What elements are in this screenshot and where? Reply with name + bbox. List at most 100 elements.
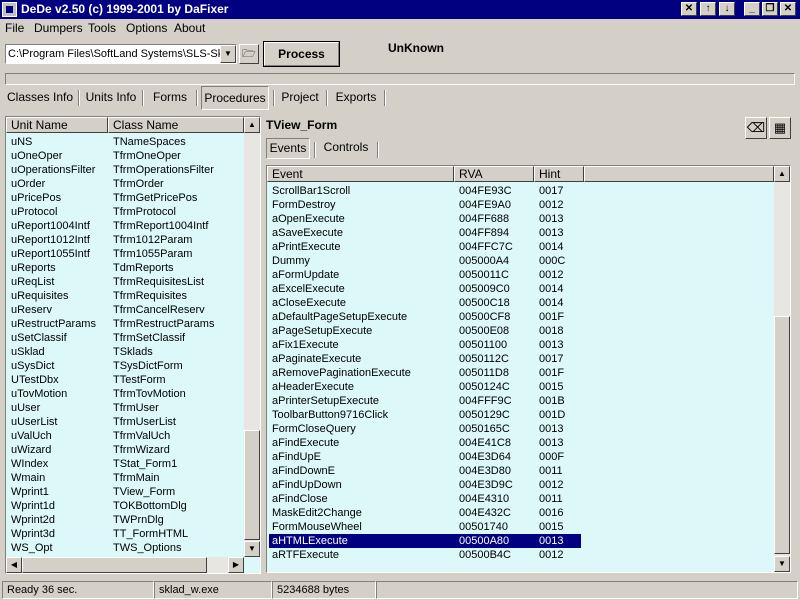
eraser-icon[interactable]: ⌫ xyxy=(745,117,767,139)
table-row[interactable]: uReport1004Intf TfrmReport1004Intf xyxy=(6,219,244,233)
table-row[interactable]: aFindUpDown 004E3D9C 0012 xyxy=(267,478,774,492)
scroll-right-icon[interactable]: ▶ xyxy=(228,557,244,573)
table-row[interactable]: Wprint3d TT_FormHTML xyxy=(6,527,244,541)
menu-dumpers[interactable]: Dumpers xyxy=(34,21,83,35)
grid-icon[interactable]: ▦ xyxy=(769,117,791,139)
table-row[interactable]: aExcelExecute 005009C0 0014 xyxy=(267,282,774,296)
menu-options[interactable]: Options xyxy=(126,21,167,35)
table-row[interactable]: UTestDbx TTestForm xyxy=(6,373,244,387)
table-row[interactable]: aRemovePaginationExecute 005011D8 001F xyxy=(267,366,774,380)
arrow-up-icon[interactable]: ↑ xyxy=(700,2,716,16)
menu-tools[interactable]: Tools xyxy=(88,21,116,35)
table-row[interactable]: uReport1012Intf Tfrm1012Param xyxy=(6,233,244,247)
scroll-thumb[interactable] xyxy=(22,557,207,573)
table-row[interactable]: uSetClassif TfrmSetClassif xyxy=(6,331,244,345)
menu-file[interactable]: File xyxy=(5,21,24,35)
tab-project[interactable]: Project xyxy=(278,86,322,110)
table-row[interactable]: Wprint1 TView_Form xyxy=(6,485,244,499)
events-vertical-scrollbar[interactable]: ▲ ▼ xyxy=(774,166,790,572)
close-window-icon[interactable]: ✕ xyxy=(780,2,796,16)
table-row[interactable]: aFix1Execute 00501100 0013 xyxy=(267,338,774,352)
table-row[interactable]: aPageSetupExecute 00500E08 0018 xyxy=(267,324,774,338)
file-path-combo[interactable]: C:\Program Files\SoftLand Systems\SLS-Sk… xyxy=(5,44,237,64)
scroll-up-icon[interactable]: ▲ xyxy=(244,117,260,133)
tab-procedures[interactable]: Procedures xyxy=(201,86,269,110)
table-row[interactable]: WIndex TStat_Form1 xyxy=(6,457,244,471)
table-row[interactable]: uPricePos TfrmGetPricePos xyxy=(6,191,244,205)
table-row[interactable]: uUserList TfrmUserList xyxy=(6,415,244,429)
rva-header[interactable]: RVA xyxy=(454,166,534,182)
table-row[interactable]: aPaginateExecute 0050112C 0017 xyxy=(267,352,774,366)
table-row[interactable]: uTovMotion TfrmTovMotion xyxy=(6,387,244,401)
tab-forms[interactable]: Forms xyxy=(146,86,194,110)
table-row[interactable]: uReport1055Intf Tfrm1055Param xyxy=(6,247,244,261)
units-list[interactable]: Unit Name Class Name uNS TNameSpaces uOneO… xyxy=(5,116,261,574)
table-row[interactable]: uSklad TSklads xyxy=(6,345,244,359)
chevron-down-icon[interactable]: ▼ xyxy=(220,45,236,63)
scroll-down-icon[interactable]: ▼ xyxy=(774,556,790,572)
tab-units-info[interactable]: Units Info xyxy=(82,86,140,110)
scroll-thumb[interactable] xyxy=(244,430,260,540)
scroll-up-icon[interactable]: ▲ xyxy=(774,166,790,182)
table-row[interactable]: Wprint2d TWPrnDlg xyxy=(6,513,244,527)
table-row[interactable]: aFindUpE 004E3D64 000F xyxy=(267,450,774,464)
table-row[interactable]: Wmain TfrmMain xyxy=(6,471,244,485)
table-row[interactable]: uOperationsFilter TfrmOperationsFilter xyxy=(6,163,244,177)
table-row[interactable]: aFindExecute 004E41C8 0013 xyxy=(267,436,774,450)
table-row[interactable]: FormCloseQuery 0050165C 0013 xyxy=(267,422,774,436)
table-row[interactable]: ScrollBar1Scroll 004FE93C 0017 xyxy=(267,184,774,198)
table-row[interactable]: aPrintExecute 004FFC7C 0014 xyxy=(267,240,774,254)
table-row[interactable]: uNS TNameSpaces xyxy=(6,135,244,149)
table-row[interactable]: uProtocol TfrmProtocol xyxy=(6,205,244,219)
events-list[interactable]: Event RVA Hint ScrollBar1Scroll 004FE93C 0… xyxy=(266,165,791,573)
table-row[interactable]: ToolbarButton9716Click 0050129C 001D xyxy=(267,408,774,422)
scroll-down-icon[interactable]: ▼ xyxy=(244,541,260,557)
table-row[interactable]: aCloseExecute 00500C18 0014 xyxy=(267,296,774,310)
tab-exports[interactable]: Exports xyxy=(331,86,381,110)
table-row[interactable]: FormDestroy 004FE9A0 0012 xyxy=(267,198,774,212)
unit-name-header[interactable]: Unit Name xyxy=(6,117,108,133)
table-row[interactable]: aHTMLExecute 00500A80 0013 xyxy=(267,534,774,548)
menu-about[interactable]: About xyxy=(174,21,205,35)
table-row[interactable]: uWizard TfrmWizard xyxy=(6,443,244,457)
table-row[interactable]: uUser TfrmUser xyxy=(6,401,244,415)
class-name-header[interactable]: Class Name xyxy=(108,117,244,133)
table-row[interactable]: uOrder TfrmOrder xyxy=(6,177,244,191)
process-button[interactable]: Process xyxy=(263,41,340,67)
subtab-events[interactable]: Events xyxy=(266,138,310,159)
minimize-icon[interactable]: _ xyxy=(744,2,760,16)
scroll-left-icon[interactable]: ◀ xyxy=(6,557,22,573)
table-row[interactable]: uRequisites TfrmRequisites xyxy=(6,289,244,303)
close-icon[interactable]: ✕ xyxy=(681,2,697,16)
table-row[interactable]: WS_Opt TWS_Options xyxy=(6,541,244,555)
table-row[interactable]: uReqList TfrmRequisitesList xyxy=(6,275,244,289)
scroll-thumb[interactable] xyxy=(774,316,790,554)
event-header[interactable]: Event xyxy=(267,166,454,182)
restore-icon[interactable]: ❐ xyxy=(762,2,778,16)
table-row[interactable]: aSaveExecute 004FF894 0013 xyxy=(267,226,774,240)
table-row[interactable]: aFindDownE 004E3D80 0011 xyxy=(267,464,774,478)
table-row[interactable]: Wprint1d TOKBottomDlg xyxy=(6,499,244,513)
table-row[interactable]: uOneOper TfrmOneOper xyxy=(6,149,244,163)
title-bar[interactable]: DeDe v2.50 (c) 1999-2001 by DaFixer ✕ ↑ … xyxy=(0,0,800,19)
arrow-down-icon[interactable]: ↓ xyxy=(719,2,735,16)
subtab-controls[interactable]: Controls xyxy=(318,138,374,159)
table-row[interactable]: aHeaderExecute 0050124C 0015 xyxy=(267,380,774,394)
table-row[interactable]: uRestructParams TfrmRestructParams xyxy=(6,317,244,331)
table-row[interactable]: uValUch TfrmValUch xyxy=(6,429,244,443)
tab-classes-info[interactable]: Classes Info xyxy=(4,86,76,110)
units-vertical-scrollbar[interactable]: ▲ ▼ xyxy=(244,117,260,557)
units-horizontal-scrollbar[interactable]: ◀ ▶ xyxy=(6,557,244,573)
table-row[interactable]: MaskEdit2Change 004E432C 0016 xyxy=(267,506,774,520)
table-row[interactable]: uReports TdmReports xyxy=(6,261,244,275)
table-row[interactable]: uReserv TfrmCancelReserv xyxy=(6,303,244,317)
hint-header[interactable]: Hint xyxy=(534,166,584,182)
table-row[interactable]: aRTFExecute 00500B4C 0012 xyxy=(267,548,774,562)
open-folder-button[interactable]: 🗁 xyxy=(239,44,259,64)
table-row[interactable]: aDefaultPageSetupExecute 00500CF8 001F xyxy=(267,310,774,324)
table-row[interactable]: aFindClose 004E4310 0011 xyxy=(267,492,774,506)
table-row[interactable]: uSysDict TSysDictForm xyxy=(6,359,244,373)
table-row[interactable]: aOpenExecute 004FF688 0013 xyxy=(267,212,774,226)
app-icon[interactable] xyxy=(2,2,17,17)
table-row[interactable]: Dummy 005000A4 000C xyxy=(267,254,774,268)
